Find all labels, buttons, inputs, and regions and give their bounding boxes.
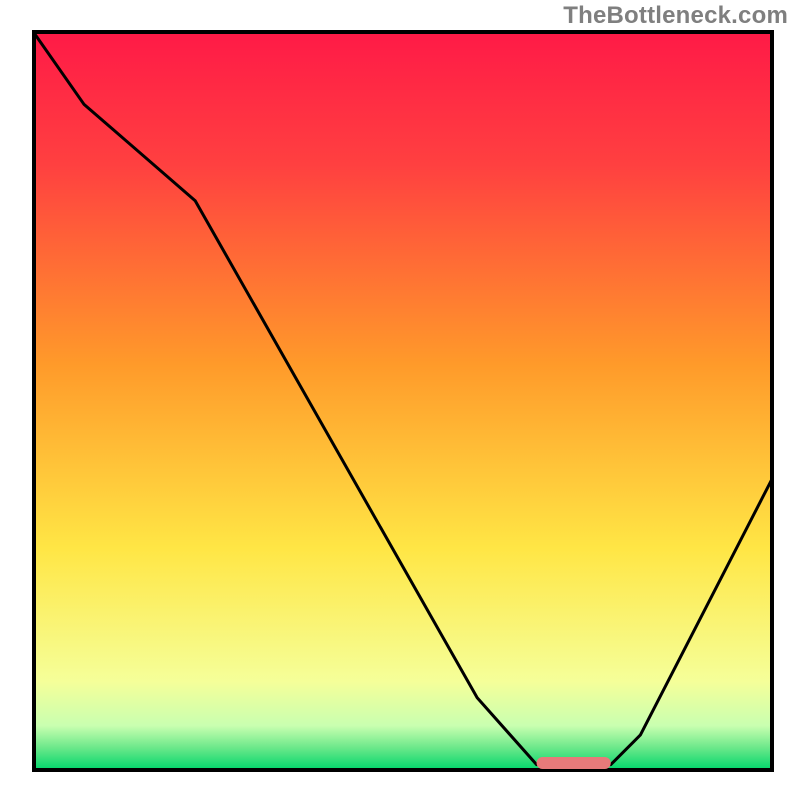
gradient-background [34,32,772,770]
optimal-range-marker [537,757,611,769]
bottleneck-chart [0,0,800,800]
chart-stage: TheBottleneck.com [0,0,800,800]
